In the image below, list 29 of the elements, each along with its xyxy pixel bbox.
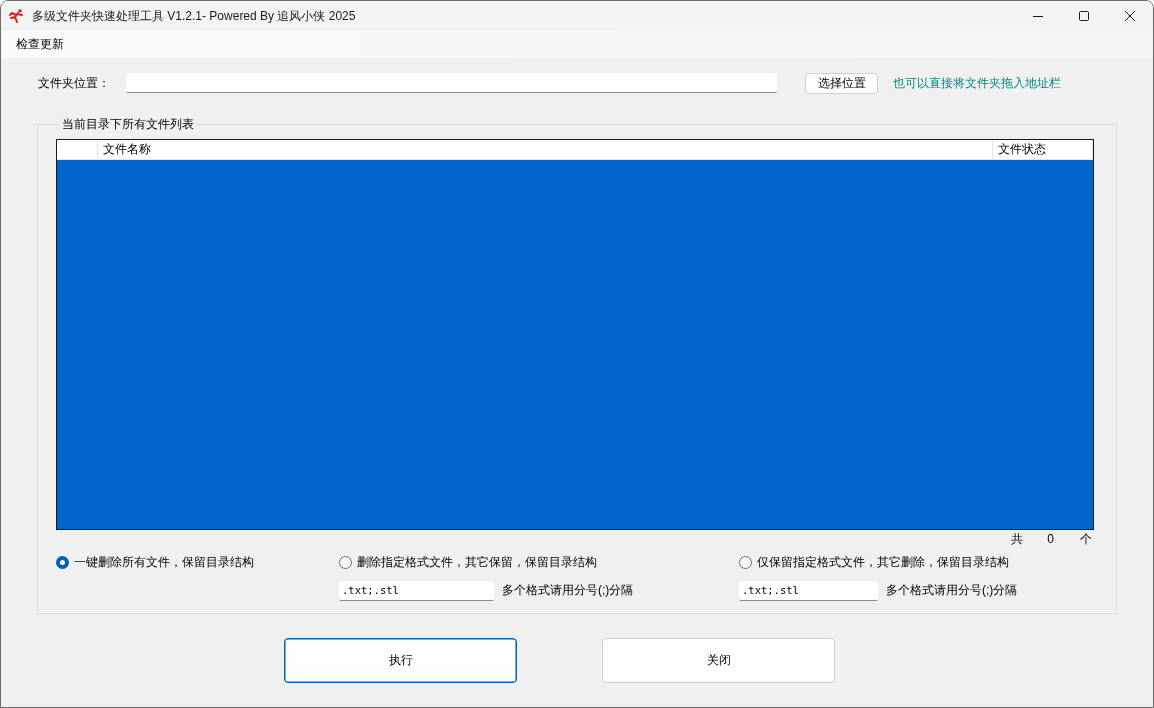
radio-empty-icon[interactable] xyxy=(339,555,352,569)
window-title: 多级文件夹快速处理工具 V1.2.1- Powered By 追风小侠 2025 xyxy=(32,7,357,25)
mode-radio[interactable]: 仅保留指定格式文件，其它删除，保留目录结构 xyxy=(739,554,1009,570)
minimize-icon xyxy=(1033,15,1043,17)
runner-icon xyxy=(9,9,25,23)
menu-item[interactable]: 检查更新 xyxy=(9,36,71,53)
extensions-hint: 多个格式请用分号(;)分隔 xyxy=(502,582,634,599)
column-header[interactable]: 文件状态 xyxy=(993,140,1093,159)
choose-location-button[interactable]: 选择位置 xyxy=(805,72,878,94)
close-dialog-button[interactable]: 关闭 xyxy=(602,638,835,683)
mode-radio[interactable]: 删除指定格式文件，其它保留，保留目录结构 xyxy=(339,554,597,570)
file-table[interactable]: 文件名称 文件状态 xyxy=(56,139,1094,530)
execute-button[interactable]: 执行 xyxy=(284,638,517,683)
folder-label: 文件夹位置： xyxy=(37,74,111,92)
mode-radio[interactable]: 一键删除所有文件，保留目录结构 xyxy=(56,554,254,570)
count-suffix: 个 xyxy=(1080,530,1092,548)
folder-path-field[interactable] xyxy=(126,73,777,93)
drag-hint: 也可以直接将文件夹拖入地址栏 xyxy=(893,74,1061,92)
file-count: 0 xyxy=(1047,532,1054,546)
group-title: 当前目录下所有文件列表 xyxy=(61,116,195,133)
close-icon xyxy=(1125,11,1135,21)
radio-empty-icon[interactable] xyxy=(739,555,752,569)
count-prefix: 共 xyxy=(1011,530,1024,548)
extensions-field[interactable]: .txt;.stl xyxy=(339,580,494,601)
maximize-icon xyxy=(1079,11,1089,21)
column-header[interactable]: 文件名称 xyxy=(98,140,993,159)
extensions-field[interactable]: .txt;.stl xyxy=(739,580,878,601)
extensions-hint: 多个格式请用分号(;)分隔 xyxy=(886,582,1018,599)
radio-selected-icon[interactable] xyxy=(56,555,69,569)
